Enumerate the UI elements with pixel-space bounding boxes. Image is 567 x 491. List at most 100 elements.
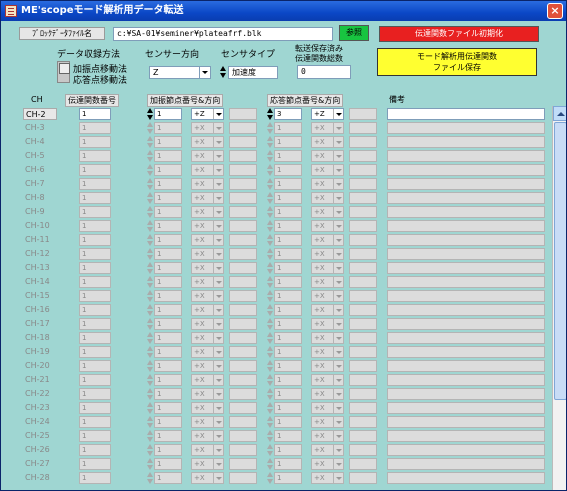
excitation-node-spinner[interactable] [147, 192, 153, 204]
note-field[interactable] [387, 388, 545, 400]
excitation-extra-field[interactable] [229, 276, 257, 288]
excitation-extra-field[interactable] [229, 290, 257, 302]
response-node-spinner[interactable] [267, 150, 273, 162]
excitation-node-spinner[interactable] [147, 290, 153, 302]
tf-number-field[interactable]: 1 [79, 178, 111, 190]
response-extra-field[interactable] [349, 108, 377, 120]
excitation-node-field[interactable]: 1 [154, 136, 182, 148]
note-field[interactable] [387, 192, 545, 204]
tf-number-field[interactable]: 1 [79, 192, 111, 204]
response-node-spinner[interactable] [267, 220, 273, 232]
response-extra-field[interactable] [349, 388, 377, 400]
response-node-field[interactable]: 1 [274, 430, 302, 442]
note-field[interactable] [387, 150, 545, 162]
excitation-node-field[interactable]: 1 [154, 122, 182, 134]
excitation-direction-select[interactable]: +X [191, 206, 224, 218]
response-node-field[interactable]: 1 [274, 416, 302, 428]
excitation-extra-field[interactable] [229, 136, 257, 148]
response-node-spinner[interactable] [267, 318, 273, 330]
excitation-direction-select[interactable]: +X [191, 290, 224, 302]
excitation-direction-select[interactable]: +X [191, 122, 224, 134]
response-node-spinner[interactable] [267, 374, 273, 386]
note-field[interactable] [387, 136, 545, 148]
response-node-spinner[interactable] [267, 444, 273, 456]
response-node-field[interactable]: 1 [274, 388, 302, 400]
tf-number-field[interactable]: 1 [79, 374, 111, 386]
sensor-direction-select[interactable]: Z [149, 66, 211, 79]
response-direction-select[interactable]: +X [311, 304, 344, 316]
excitation-node-spinner[interactable] [147, 402, 153, 414]
excitation-node-field[interactable]: 1 [154, 262, 182, 274]
note-field[interactable] [387, 318, 545, 330]
excitation-direction-select[interactable]: +X [191, 458, 224, 470]
response-extra-field[interactable] [349, 164, 377, 176]
response-node-spinner[interactable] [267, 416, 273, 428]
response-extra-field[interactable] [349, 150, 377, 162]
excitation-direction-select[interactable]: +X [191, 304, 224, 316]
excitation-node-field[interactable]: 1 [154, 388, 182, 400]
excitation-direction-select[interactable]: +X [191, 276, 224, 288]
response-node-spinner[interactable] [267, 234, 273, 246]
excitation-node-field[interactable]: 1 [154, 346, 182, 358]
tf-number-field[interactable]: 1 [79, 458, 111, 470]
tf-number-field[interactable]: 1 [79, 150, 111, 162]
excitation-node-field[interactable]: 1 [154, 318, 182, 330]
tf-number-field[interactable]: 1 [79, 346, 111, 358]
response-direction-select[interactable]: +X [311, 192, 344, 204]
response-node-spinner[interactable] [267, 388, 273, 400]
tf-number-field[interactable]: 1 [79, 388, 111, 400]
excitation-extra-field[interactable] [229, 178, 257, 190]
excitation-direction-select[interactable]: +X [191, 318, 224, 330]
excitation-extra-field[interactable] [229, 122, 257, 134]
excitation-extra-field[interactable] [229, 360, 257, 372]
collection-option-response[interactable]: 応答点移動法 [73, 73, 127, 86]
excitation-direction-select[interactable]: +X [191, 248, 224, 260]
excitation-node-field[interactable]: 1 [154, 220, 182, 232]
vertical-scrollbar[interactable] [552, 106, 566, 490]
response-extra-field[interactable] [349, 304, 377, 316]
note-field[interactable] [387, 360, 545, 372]
response-node-field[interactable]: 1 [274, 360, 302, 372]
note-field[interactable] [387, 290, 545, 302]
excitation-direction-select[interactable]: +X [191, 192, 224, 204]
response-direction-select[interactable]: +X [311, 430, 344, 442]
response-node-spinner[interactable] [267, 248, 273, 260]
excitation-node-field[interactable]: 1 [154, 108, 182, 120]
response-node-spinner[interactable] [267, 304, 273, 316]
response-extra-field[interactable] [349, 290, 377, 302]
note-field[interactable] [387, 122, 545, 134]
excitation-node-spinner[interactable] [147, 430, 153, 442]
tf-number-field[interactable]: 1 [79, 416, 111, 428]
scroll-thumb[interactable] [554, 122, 566, 400]
note-field[interactable] [387, 108, 545, 120]
excitation-direction-select[interactable]: +X [191, 472, 224, 484]
response-direction-select[interactable]: +X [311, 276, 344, 288]
excitation-node-spinner[interactable] [147, 458, 153, 470]
response-node-field[interactable]: 1 [274, 402, 302, 414]
response-extra-field[interactable] [349, 206, 377, 218]
excitation-extra-field[interactable] [229, 416, 257, 428]
response-direction-select[interactable]: +X [311, 290, 344, 302]
response-extra-field[interactable] [349, 444, 377, 456]
response-direction-select[interactable]: +X [311, 472, 344, 484]
response-direction-select[interactable]: +X [311, 178, 344, 190]
excitation-node-spinner[interactable] [147, 150, 153, 162]
response-direction-select[interactable]: +X [311, 234, 344, 246]
excitation-extra-field[interactable] [229, 402, 257, 414]
excitation-direction-select[interactable]: +X [191, 360, 224, 372]
browse-button[interactable]: 参照 [339, 25, 369, 41]
excitation-node-spinner[interactable] [147, 234, 153, 246]
excitation-direction-select[interactable]: +X [191, 346, 224, 358]
excitation-node-field[interactable]: 1 [154, 458, 182, 470]
response-extra-field[interactable] [349, 458, 377, 470]
note-field[interactable] [387, 248, 545, 260]
sensor-type-spinner[interactable] [220, 66, 226, 78]
excitation-extra-field[interactable] [229, 472, 257, 484]
response-node-spinner[interactable] [267, 206, 273, 218]
excitation-node-field[interactable]: 1 [154, 332, 182, 344]
tf-number-field[interactable]: 1 [79, 206, 111, 218]
excitation-node-field[interactable]: 1 [154, 374, 182, 386]
response-node-field[interactable]: 1 [274, 122, 302, 134]
response-node-spinner[interactable] [267, 122, 273, 134]
tf-number-field[interactable]: 1 [79, 472, 111, 484]
